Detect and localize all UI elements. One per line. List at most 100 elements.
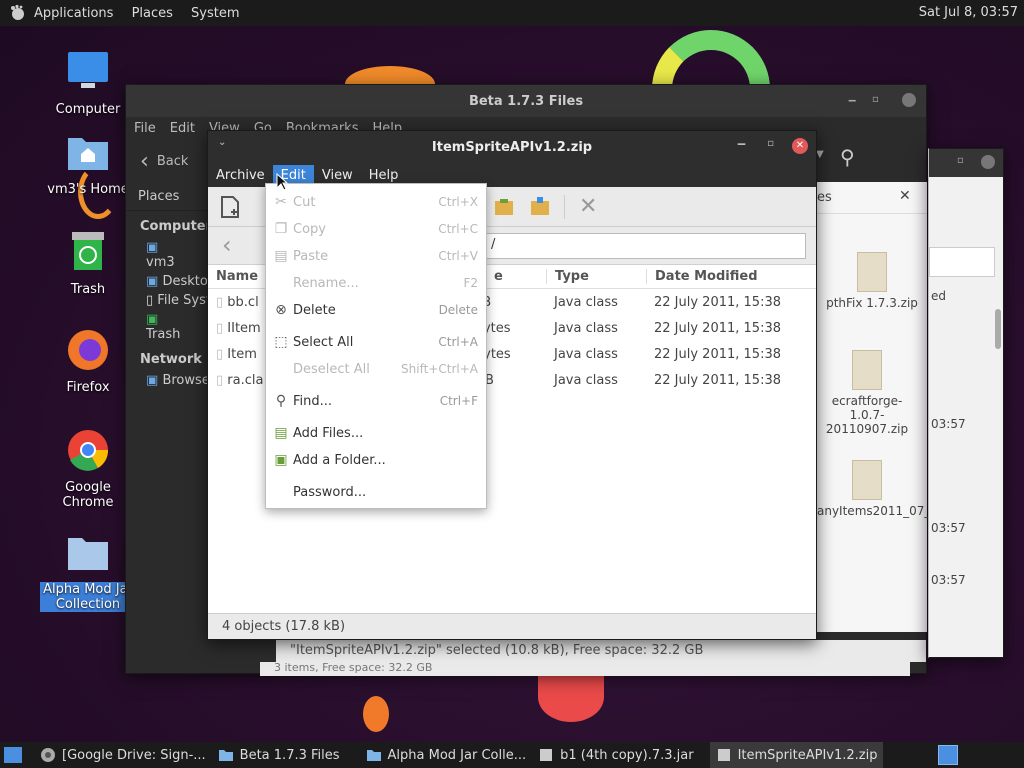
file-item[interactable]: anyItems2011_07_01.zip	[817, 460, 967, 518]
minimize-button[interactable]: ‒	[848, 93, 862, 107]
section-computer: Computer	[140, 219, 213, 234]
desktop-icon-chrome[interactable]: Google Chrome	[40, 428, 136, 510]
zip-icon	[857, 252, 887, 292]
extract-icon[interactable]	[492, 195, 516, 219]
menu-item-delete[interactable]: ⊗ Delete Delete	[266, 298, 486, 322]
menu-item-add-files[interactable]: ▤ Add Files...	[266, 421, 486, 445]
task-itemsprite-zip[interactable]: ItemSpriteAPIv1.2.zip	[709, 742, 884, 768]
background-window-right[interactable]: ▫ ed 03:57 03:57 03:57	[928, 148, 1004, 658]
menu-item-cut[interactable]: ✂ Cut Ctrl+X	[266, 190, 486, 214]
taskbar: [Google Drive: Sign-... Beta 1.7.3 Files…	[0, 742, 1024, 768]
section-network: Network	[140, 352, 202, 367]
back-icon[interactable]: ‹	[222, 231, 232, 259]
titlebar[interactable]: ⌄ ItemSpriteAPIv1.2.zip ‒ ▫ ✕	[208, 131, 816, 163]
desktop-icon-home[interactable]: vm3's Home	[40, 130, 136, 197]
edit-menu-dropdown: ✂ Cut Ctrl+X ❐ Copy Ctrl+C ▤ Paste Ctrl+V Rena…	[265, 183, 487, 509]
trash-icon	[72, 232, 104, 270]
titlebar[interactable]: Beta 1.7.3 Files ‒ ▫	[126, 85, 926, 117]
workspace-switcher[interactable]	[938, 745, 958, 765]
desktop-icon-label: Alpha Mod Jar Collection	[40, 582, 136, 612]
location-input[interactable]: /	[484, 233, 806, 259]
desktop-icon-label: Computer	[55, 102, 121, 117]
task-beta-files[interactable]: Beta 1.7.3 Files	[212, 742, 346, 768]
show-desktop-icon[interactable]	[4, 747, 22, 763]
menu-item-add-folder[interactable]: ▣ Add a Folder...	[266, 448, 486, 472]
search-field[interactable]	[929, 247, 995, 277]
magnifier-icon: ⚲	[275, 393, 287, 409]
status-bar: 4 objects (17.8 kB)	[208, 613, 816, 639]
paste-icon: ▤	[274, 248, 288, 264]
search-icon[interactable]: ⚲	[840, 145, 855, 169]
gnome-foot-icon[interactable]	[8, 4, 26, 22]
desktop-icon-label: vm3's Home	[47, 182, 129, 197]
desktop-icon-alpha-mod-folder[interactable]: Alpha Mod Jar Collection	[40, 530, 136, 612]
column-header-fragment: ed	[931, 289, 946, 303]
task-b1-jar[interactable]: b1 (4th copy).7.3.jar	[532, 742, 699, 768]
stop-icon[interactable]: ✕	[579, 194, 597, 219]
column-type[interactable]: Type	[546, 269, 646, 284]
chevron-down-icon[interactable]: ⌄	[218, 137, 226, 148]
menu-applications[interactable]: Applications	[34, 6, 113, 21]
toolbar-separator	[564, 194, 565, 219]
menu-places[interactable]: Places	[132, 6, 173, 21]
menu-edit[interactable]: Edit	[170, 121, 195, 136]
menu-item-paste[interactable]: ▤ Paste Ctrl+V	[266, 244, 486, 268]
close-button[interactable]: ✕	[792, 138, 808, 154]
desktop-icon-trash[interactable]: Trash	[40, 230, 136, 297]
menu-item-rename[interactable]: Rename... F2	[266, 271, 486, 295]
scissors-icon: ✂	[275, 194, 287, 210]
dropdown-arrow-icon[interactable]: ▼	[816, 149, 824, 160]
home-folder-icon	[68, 138, 108, 170]
menu-archive[interactable]: Archive	[208, 165, 273, 186]
sidebar-item-trash[interactable]: ▣ Trash	[126, 310, 208, 344]
window-title: Beta 1.7.3 Files	[468, 93, 584, 109]
menu-system[interactable]: System	[191, 6, 239, 21]
column-date-modified[interactable]: Date Modified	[646, 269, 816, 284]
minimize-button[interactable]: ‒	[737, 137, 746, 152]
file-icon: ▯	[216, 294, 224, 310]
new-archive-icon[interactable]	[218, 195, 242, 219]
menu-item-deselect-all[interactable]: Deselect All Shift+Ctrl+A	[266, 357, 486, 381]
task-google-drive[interactable]: [Google Drive: Sign-...	[34, 742, 212, 768]
beta-status-bar-2: 3 items, Free space: 32.2 GB	[260, 662, 910, 676]
scrollbar[interactable]	[995, 309, 1001, 349]
maximize-button[interactable]: ▫	[872, 93, 886, 107]
sidebar-item-desktop[interactable]: ▣ Desktop	[126, 272, 208, 291]
close-button[interactable]	[981, 155, 995, 169]
clock[interactable]: Sat Jul 8, 03:57	[919, 5, 1018, 20]
copy-icon: ❐	[274, 221, 288, 237]
sidebar-item-vm3[interactable]: ▣ vm3	[126, 238, 208, 272]
file-icon: ▯	[216, 346, 224, 362]
menu-item-copy[interactable]: ❐ Copy Ctrl+C	[266, 217, 486, 241]
maximize-button[interactable]: ▫	[767, 138, 774, 149]
trash-icon: ▣	[146, 312, 159, 327]
places-header[interactable]: Places	[126, 183, 208, 211]
sidebar-item-filesystem[interactable]: ▯ File System	[126, 291, 208, 310]
menu-item-find[interactable]: ⚲ Find... Ctrl+F	[266, 389, 486, 413]
menu-item-password[interactable]: Password...	[266, 480, 486, 504]
desktop-icon-label: Trash	[70, 282, 106, 297]
maximize-button[interactable]: ▫	[957, 155, 964, 166]
back-button[interactable]: Back	[157, 154, 189, 169]
tab-header[interactable]: es ✕	[817, 182, 927, 214]
file-icon: ▯	[216, 320, 224, 336]
menu-file[interactable]: File	[134, 121, 156, 136]
window-title: ItemSpriteAPIv1.2.zip	[431, 139, 593, 155]
task-alpha-mod[interactable]: Alpha Mod Jar Colle...	[360, 742, 533, 768]
folder-icon	[366, 750, 381, 761]
titlebar[interactable]: ▫	[929, 149, 1003, 177]
desktop-icon-computer[interactable]: Computer	[40, 50, 136, 117]
desktop-icon-firefox[interactable]: Firefox	[40, 328, 136, 395]
close-button[interactable]	[902, 93, 916, 107]
back-icon[interactable]: ‹	[140, 149, 149, 174]
menu-item-select-all[interactable]: ⬚ Select All Ctrl+A	[266, 330, 486, 354]
close-tab-icon[interactable]: ✕	[899, 188, 911, 204]
file-item[interactable]: ecraftforge-1.0.7-20110907.zip	[817, 350, 917, 436]
firefox-icon	[68, 330, 108, 370]
wallpaper-orange-small-orb	[363, 696, 389, 732]
wallpaper-red-orb	[538, 672, 604, 722]
file-item[interactable]: pthFix 1.7.3.zip	[817, 252, 927, 310]
sidebar-item-browse-network[interactable]: ▣ Browse Network	[126, 371, 208, 390]
folder-icon	[68, 538, 108, 570]
add-to-archive-icon[interactable]	[528, 195, 552, 219]
